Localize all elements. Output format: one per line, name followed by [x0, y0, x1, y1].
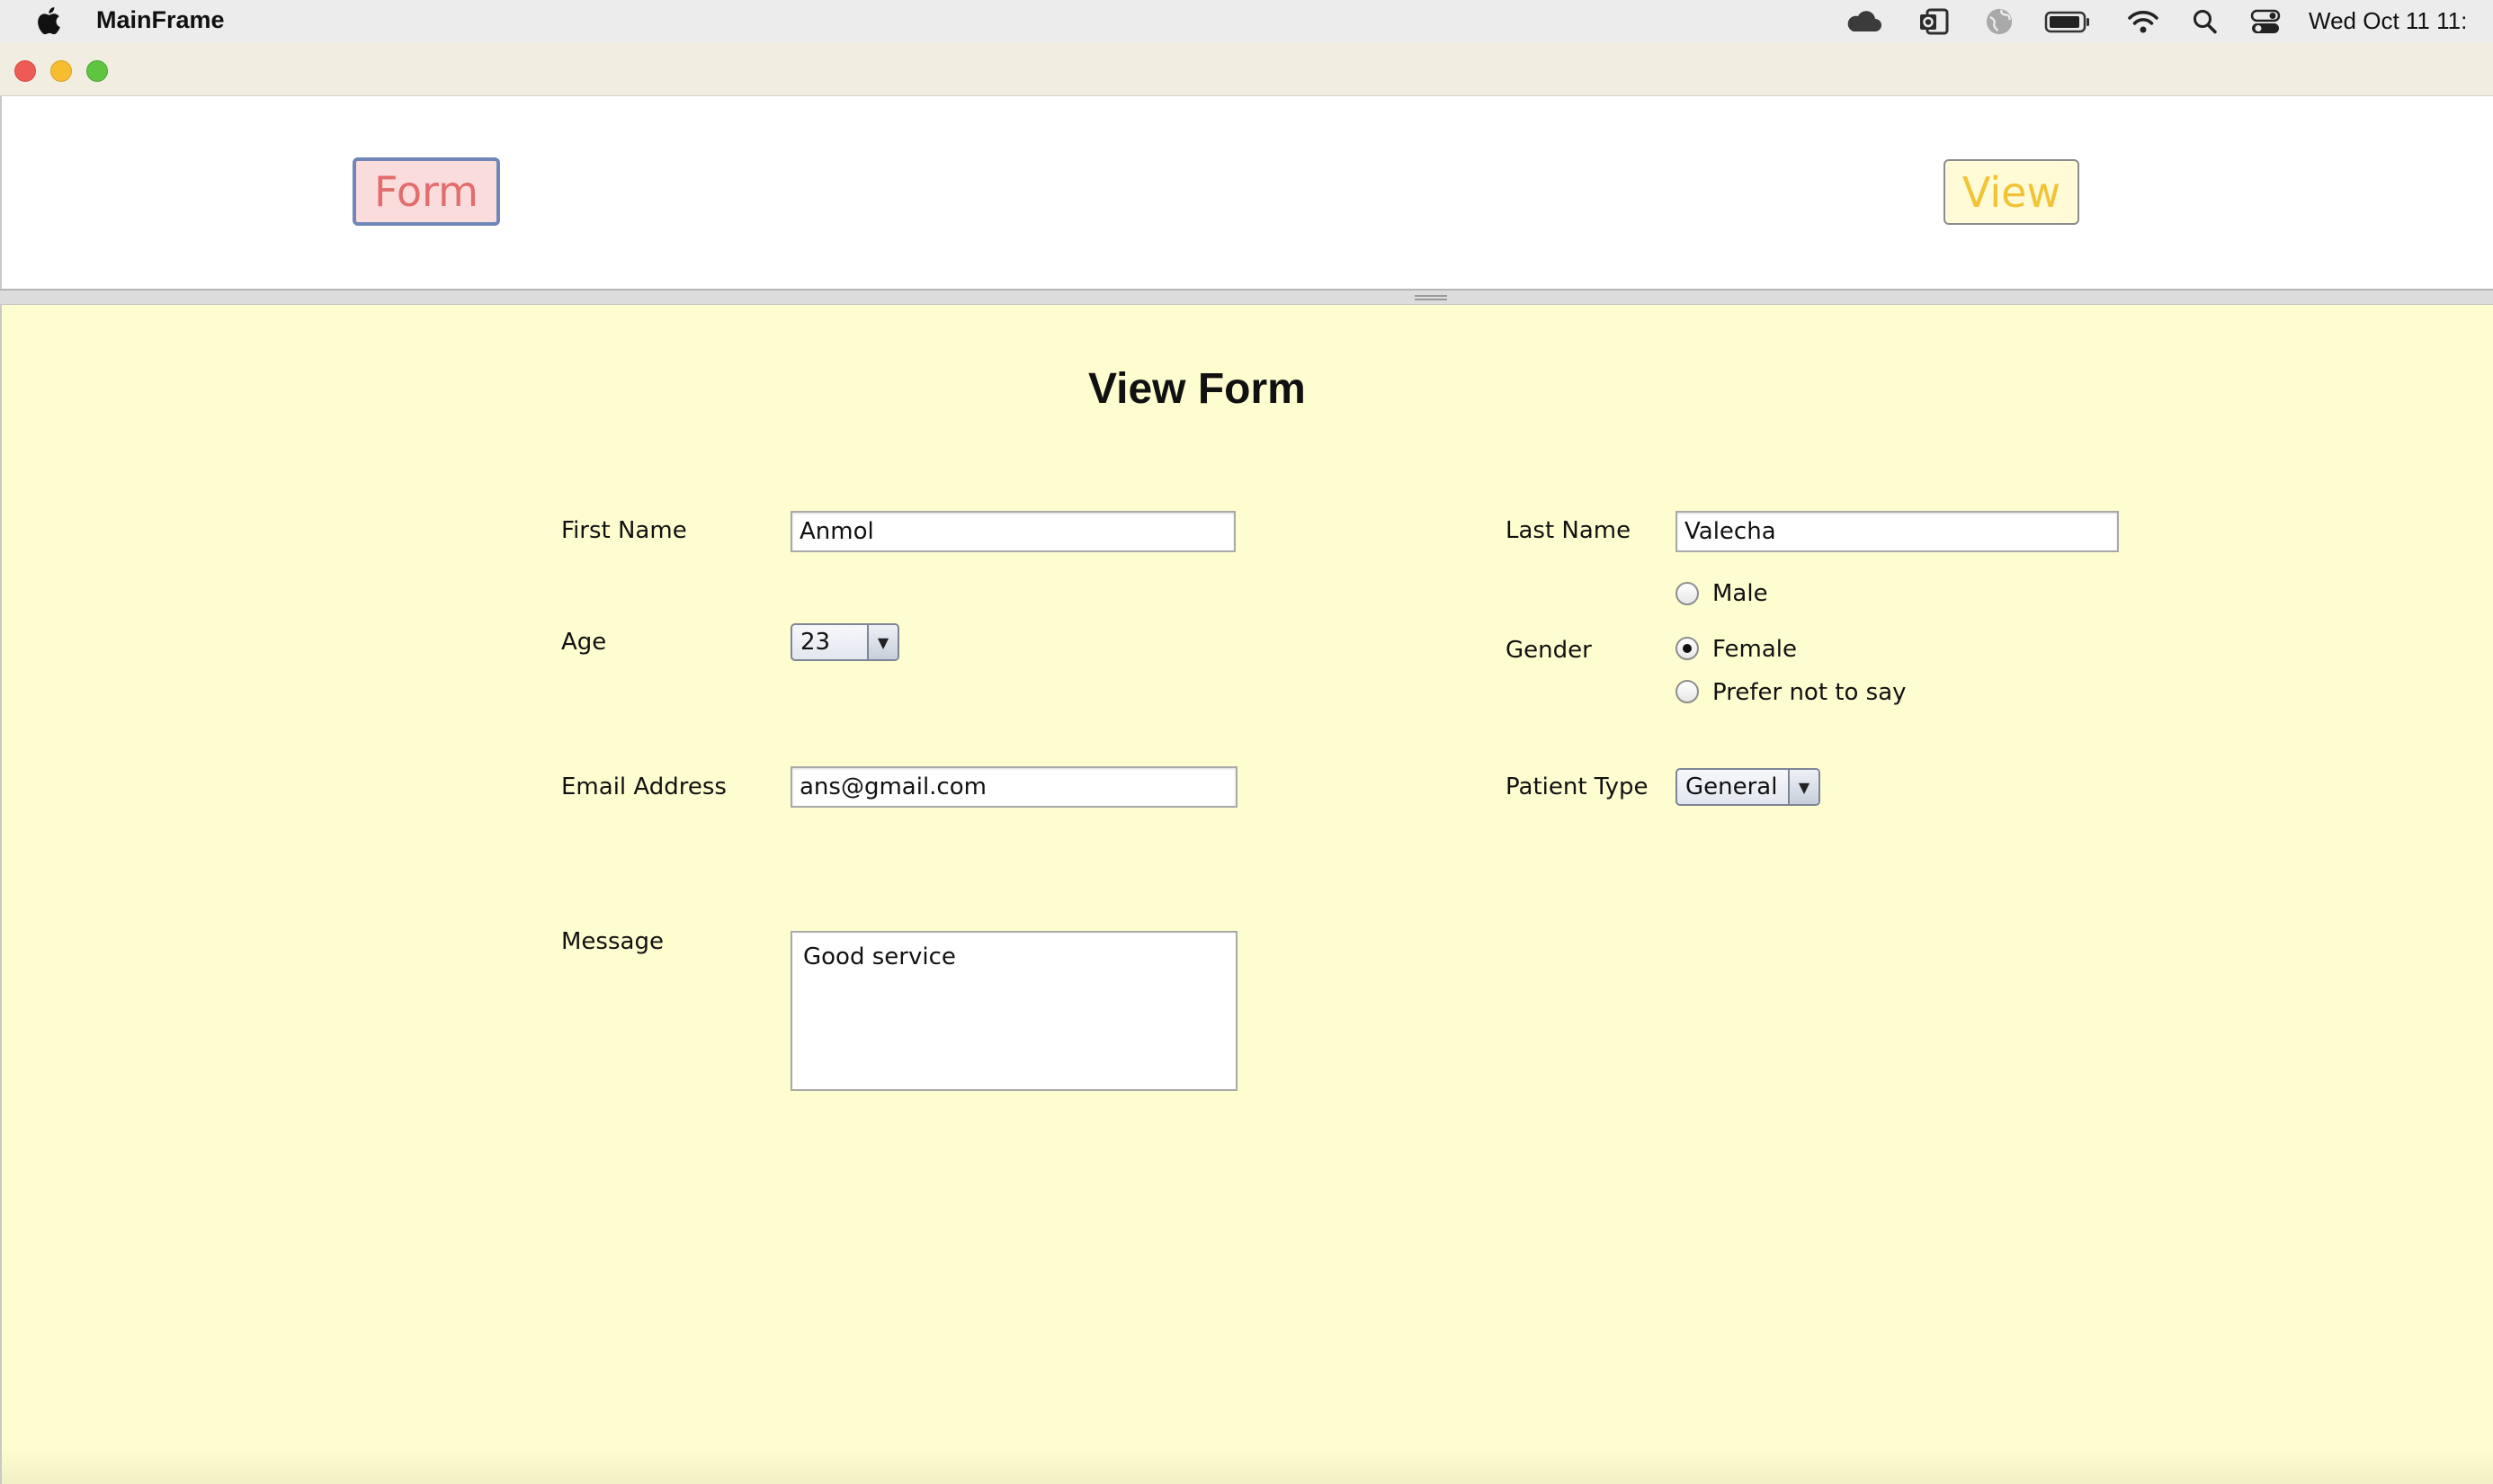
- email-label: Email Address: [561, 773, 727, 800]
- window-title-bar[interactable]: [0, 42, 2493, 96]
- outlook-icon[interactable]: [1918, 7, 1949, 36]
- form-nav-button[interactable]: Form: [353, 157, 500, 226]
- navigation-panel: Form View: [0, 96, 2493, 289]
- patient-type-label: Patient Type: [1506, 773, 1649, 800]
- first-name-field[interactable]: Anmol: [791, 511, 1236, 552]
- gender-radio-prefer-not-to-say[interactable]: [1675, 680, 1699, 703]
- view-form-panel: View Form First Name Anmol Last Name Val…: [0, 305, 2493, 1484]
- wifi-icon[interactable]: [2127, 7, 2159, 36]
- apple-icon[interactable]: [36, 5, 65, 36]
- age-label: Age: [561, 629, 607, 656]
- last-name-field[interactable]: Valecha: [1675, 511, 2119, 552]
- chevron-down-icon[interactable]: ▼: [867, 625, 898, 659]
- form-title: View Form: [1088, 365, 1306, 413]
- gender-option-prefer-not-to-say[interactable]: Prefer not to say: [1712, 679, 1907, 706]
- first-name-label: First Name: [561, 517, 687, 544]
- search-icon[interactable]: [2192, 7, 2219, 36]
- chevron-down-icon[interactable]: ▼: [1788, 770, 1818, 804]
- menubar-clock[interactable]: Wed Oct 11 11:: [2309, 7, 2467, 35]
- gender-option-female[interactable]: Female: [1712, 636, 1797, 663]
- window-bottom-shadow: [2, 1448, 2493, 1484]
- window-minimize-button[interactable]: [50, 60, 72, 82]
- message-textarea[interactable]: Good service: [791, 931, 1238, 1091]
- globe-icon[interactable]: [1984, 7, 2015, 36]
- menu-bar: MainFrame Wed Oct 11 11:: [0, 0, 2493, 42]
- last-name-label: Last Name: [1506, 517, 1631, 544]
- patient-type-dropdown-value: General: [1685, 773, 1778, 800]
- window-maximize-button[interactable]: [86, 60, 108, 82]
- view-nav-button[interactable]: View: [1943, 159, 2079, 225]
- gender-radio-male[interactable]: [1675, 582, 1699, 605]
- app-menu-name[interactable]: MainFrame: [96, 6, 225, 34]
- message-label: Message: [561, 928, 664, 955]
- cloud-icon[interactable]: [1844, 7, 1883, 36]
- gender-radio-female[interactable]: [1675, 637, 1699, 660]
- control-center-icon[interactable]: [2250, 7, 2281, 36]
- divider-grip-icon[interactable]: [1415, 295, 1447, 300]
- gender-option-male[interactable]: Male: [1712, 580, 1768, 607]
- age-dropdown[interactable]: 23 ▼: [791, 623, 899, 661]
- email-field[interactable]: ans@gmail.com: [791, 766, 1238, 808]
- patient-type-dropdown[interactable]: General ▼: [1675, 768, 1820, 806]
- window-close-button[interactable]: [14, 60, 36, 82]
- age-dropdown-value: 23: [800, 629, 831, 656]
- gender-label: Gender: [1506, 637, 1592, 664]
- battery-icon[interactable]: [2044, 7, 2091, 36]
- split-pane-divider[interactable]: [0, 289, 2493, 305]
